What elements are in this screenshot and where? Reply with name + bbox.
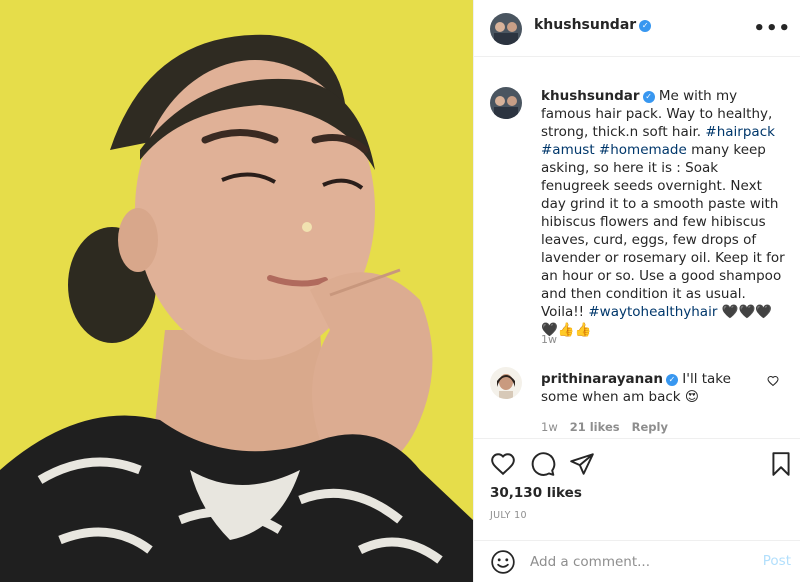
reply-username[interactable]: prithinarayanan (541, 371, 663, 387)
post-date[interactable]: JULY 10 (490, 510, 527, 521)
caption-avatar[interactable] (490, 87, 522, 119)
caption-timestamp[interactable]: 1w (541, 333, 557, 346)
verified-badge-icon: ✓ (639, 20, 652, 32)
hashtag-link[interactable]: #waytohealthyhair (588, 304, 717, 320)
reply-likes[interactable]: 21 likes (570, 420, 620, 434)
reply-button[interactable]: Reply (632, 420, 668, 434)
post-photo-image (0, 0, 473, 582)
post-actions: 30,130 likes JULY 10 (474, 438, 800, 543)
more-options-icon[interactable]: ••• (753, 18, 791, 39)
comment-input[interactable] (530, 551, 740, 573)
likes-count[interactable]: 30,130 likes (490, 485, 582, 501)
post-photo[interactable] (0, 0, 473, 582)
post-comment-button[interactable]: Post (763, 553, 791, 569)
reply-comment: prithinarayanan ✓ I'll take some when am … (474, 365, 800, 435)
author-avatar[interactable] (490, 13, 522, 45)
emoji-smiley-icon[interactable] (490, 549, 516, 575)
hashtag-link[interactable]: #homemade (599, 142, 687, 158)
save-bookmark-icon[interactable] (768, 451, 794, 477)
post-header: khushsundar ✓ ••• (474, 0, 800, 57)
share-paper-plane-icon[interactable] (569, 451, 595, 477)
verified-badge-icon: ✓ (642, 91, 655, 103)
caption-text: khushsundar ✓ Me with my famous hair pack… (541, 87, 789, 339)
comments-list: khushsundar ✓ Me with my famous hair pack… (474, 70, 800, 438)
hashtag-link[interactable]: #hairpack (705, 124, 775, 140)
reply-meta: 1w 21 likes Reply (541, 420, 680, 434)
verified-badge-icon: ✓ (665, 374, 678, 386)
reply-avatar[interactable] (490, 367, 522, 399)
add-comment-bar: Post (474, 540, 800, 582)
comment-bubble-icon[interactable] (530, 451, 556, 477)
author-username-text[interactable]: khushsundar (534, 17, 636, 33)
hashtag-link[interactable]: #amust (541, 142, 595, 158)
reply-timestamp[interactable]: 1w (541, 420, 558, 434)
caption-body-2: many keep asking, so here it is : Soak f… (541, 142, 785, 320)
reply-text: prithinarayanan ✓ I'll take some when am … (541, 370, 761, 406)
like-heart-icon[interactable] (490, 451, 516, 477)
post-side-panel: khushsundar ✓ ••• khushsundar ✓ Me with my… (473, 0, 800, 582)
like-comment-heart-icon[interactable] (767, 375, 779, 387)
author-username[interactable]: khushsundar ✓ (534, 17, 652, 33)
caption-username[interactable]: khushsundar (541, 88, 640, 104)
